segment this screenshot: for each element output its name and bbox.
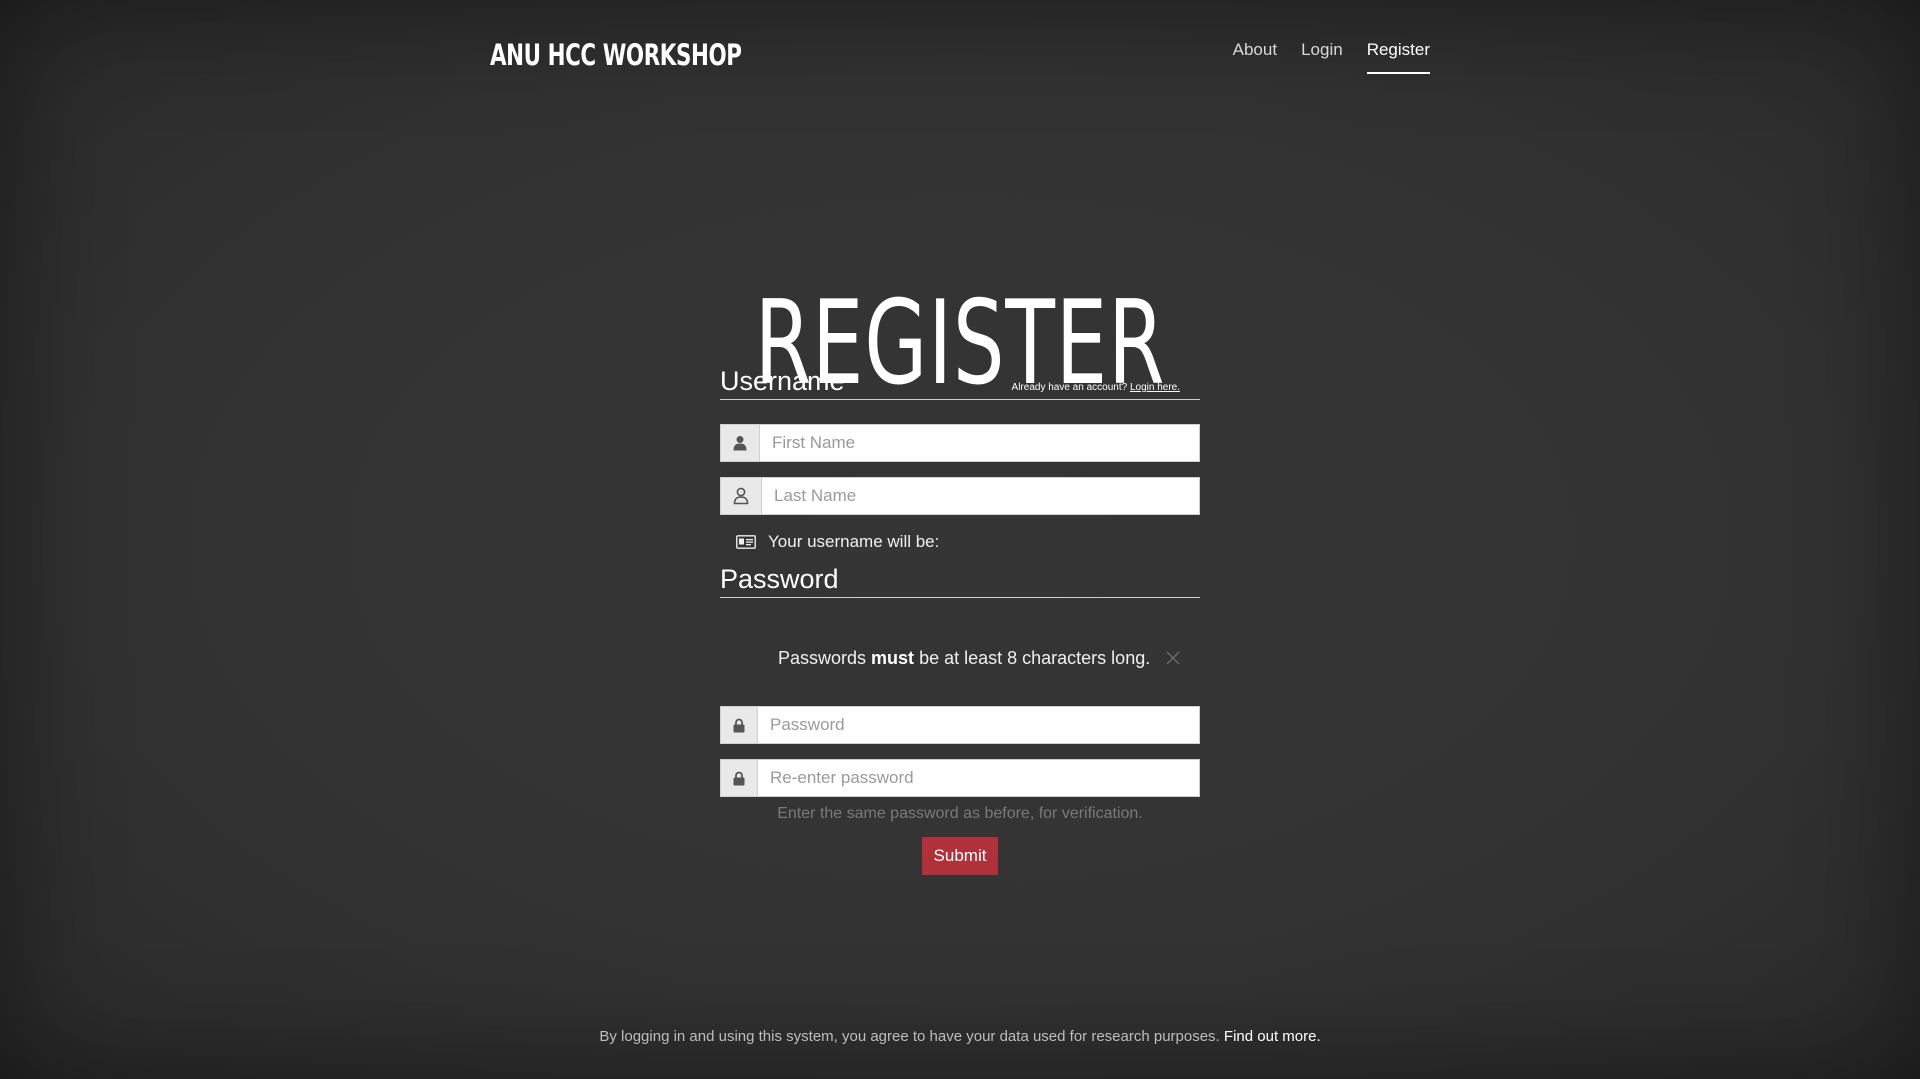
last-name-field [720,477,1200,515]
username-preview-label: Your username will be: [768,532,940,551]
user-outline-icon [721,478,762,514]
username-section-title: Username [720,366,845,396]
footer: By logging in and using this system, you… [0,1028,1920,1045]
first-name-field [720,424,1200,462]
reenter-password-input[interactable] [758,760,1199,796]
password-section-header: Password [720,558,1200,598]
nav-login[interactable]: Login [1301,40,1343,74]
submit-wrap: Submit [720,837,1200,875]
alert-text: Passwords must be at least 8 characters … [778,648,1150,669]
username-preview: Your username will be: [720,527,1200,557]
reenter-password-field [720,759,1200,797]
submit-button[interactable]: Submit [921,837,999,875]
last-name-input[interactable] [762,478,1199,514]
login-hint: Already have an account? Login here. [1012,382,1200,398]
find-out-more-link[interactable]: Find out more. [1224,1028,1321,1045]
login-here-link[interactable]: Login here. [1130,382,1180,393]
footer-text: By logging in and using this system, you… [599,1028,1220,1045]
nav-register[interactable]: Register [1366,40,1430,74]
id-card-icon [736,535,756,549]
first-name-input[interactable] [760,425,1199,461]
password-length-alert: Passwords must be at least 8 characters … [720,628,1200,688]
alert-prefix: Passwords [778,647,867,668]
close-icon[interactable] [1166,651,1180,665]
lock-icon [721,707,758,743]
password-help-text: Enter the same password as before, for v… [777,805,1143,822]
login-hint-text: Already have an account? [1011,382,1128,393]
main-nav: About Login Register [1233,40,1430,74]
alert-suffix: be at least 8 characters long. [919,647,1151,668]
register-form: Username Already have an account? Login … [720,360,1200,875]
password-section-title: Password [720,564,839,594]
username-section-header: Username Already have an account? Login … [720,360,1200,400]
password-field [720,706,1200,744]
user-icon [721,425,760,461]
lock-icon [721,760,758,796]
password-input[interactable] [758,707,1199,743]
nav-about[interactable]: About [1233,40,1277,74]
site-logo[interactable]: ANU HCC WORKSHOP [490,38,742,72]
alert-emphasis: must [871,647,915,668]
